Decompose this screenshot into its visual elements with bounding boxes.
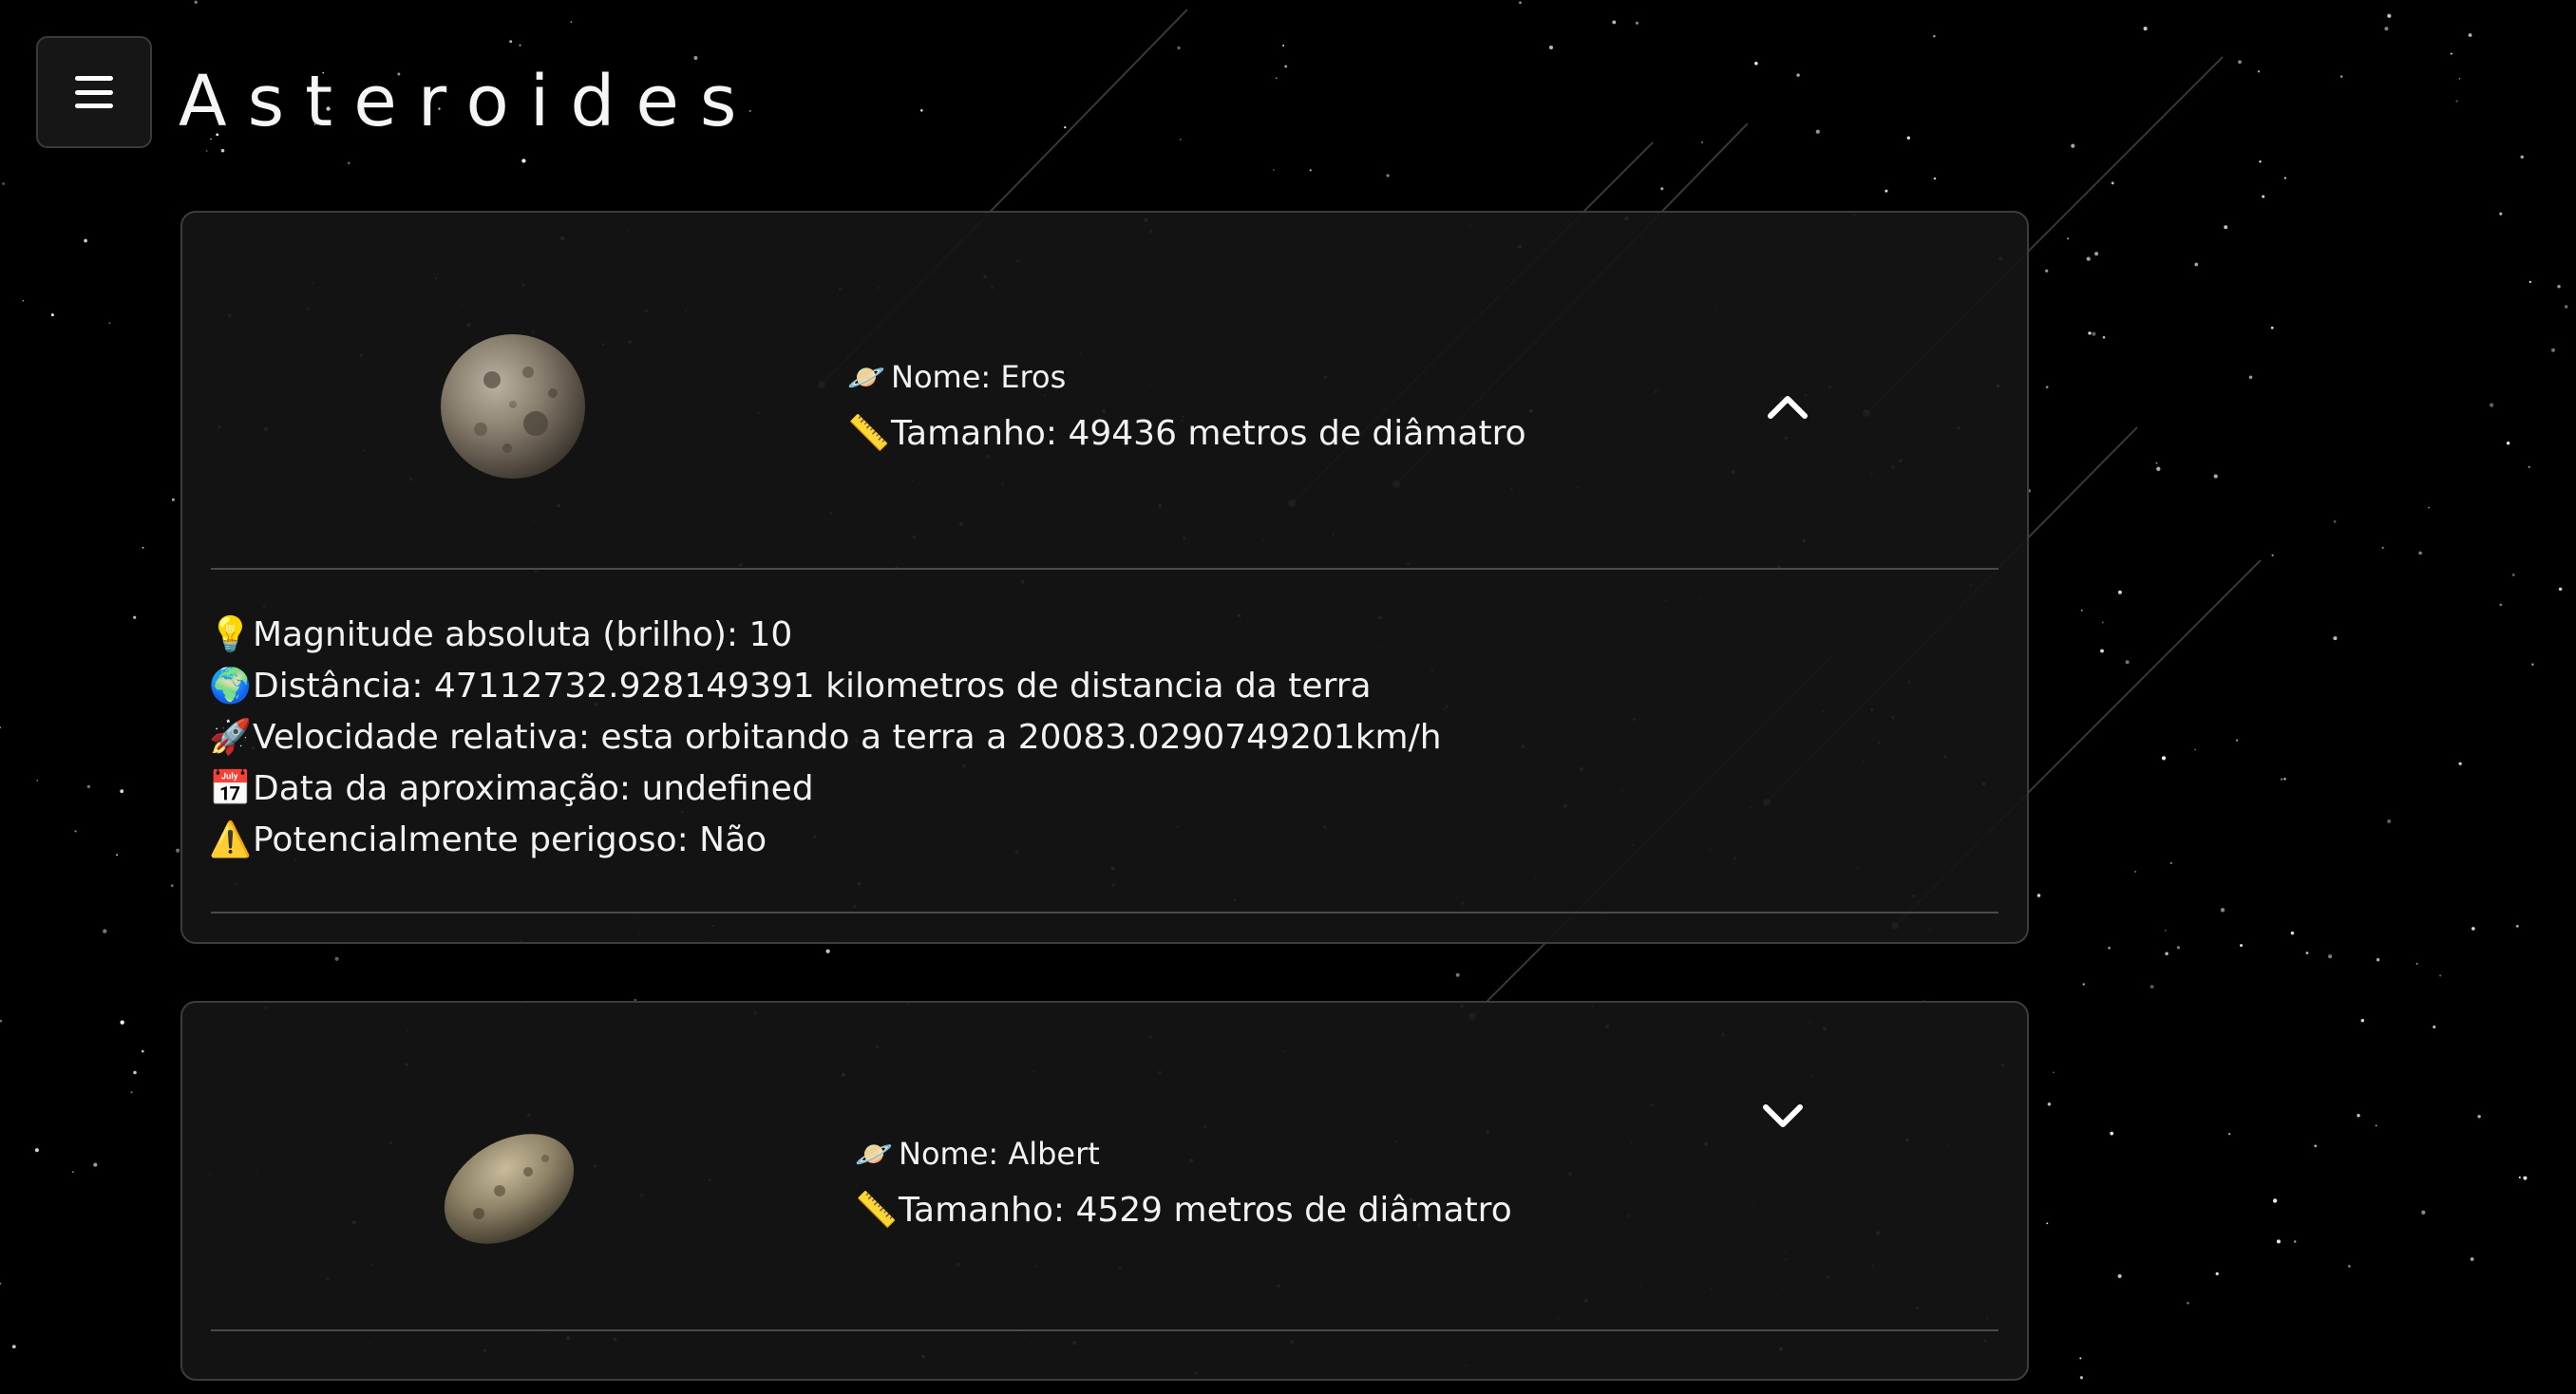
- chevron-down-icon: [1763, 1104, 1803, 1127]
- asteroid-image: [444, 1134, 575, 1244]
- collapse-button[interactable]: [1750, 368, 1826, 444]
- ruler-icon: 📏: [855, 1191, 898, 1230]
- chevron-up-icon: [1768, 396, 1808, 419]
- hamburger-icon: [75, 76, 113, 108]
- asteroid-name: 🪐 Nome: Albert: [855, 1125, 1512, 1182]
- rocket-icon: 🚀: [209, 718, 252, 757]
- detail-distance: 🌍Distância: 47112732.928149391 kilometro…: [209, 661, 1442, 712]
- divider: [211, 1329, 1998, 1331]
- calendar-icon: 📅: [209, 769, 252, 808]
- divider: [211, 912, 1998, 914]
- asteroid-card: 🪐 Nome: Albert 📏Tamanho: 4529 metros de d…: [180, 1001, 2029, 1381]
- detail-approach-date: 📅Data da aproximação: undefined: [209, 763, 1442, 815]
- detail-magnitude-text: Magnitude absoluta (brilho): 10: [253, 615, 793, 654]
- asteroid-name-text: Nome: Eros: [891, 359, 1067, 395]
- asteroid-size-text: Tamanho: 49436 metros de diâmatro: [891, 414, 1526, 453]
- detail-hazardous-text: Potencialmente perigoso: Não: [253, 820, 767, 859]
- detail-distance-text: Distância: 47112732.928149391 kilometros…: [253, 667, 1372, 706]
- menu-button[interactable]: [36, 36, 152, 148]
- detail-hazardous: ⚠️Potencialmente perigoso: Não: [209, 815, 1442, 866]
- asteroid-summary: 🪐 Nome: Eros 📏Tamanho: 49436 metros de di…: [847, 348, 1526, 462]
- page-title: Asteroides: [179, 61, 758, 142]
- asteroid-image: [441, 334, 585, 479]
- expand-button[interactable]: [1745, 1079, 1821, 1155]
- planet-icon: 🪐: [855, 1136, 893, 1172]
- detail-velocity-text: Velocidade relativa: esta orbitando a te…: [253, 718, 1442, 757]
- app-root: Asteroides 🪐 Nome: Eros 📏Tamanho: 49436 m…: [0, 0, 2576, 1394]
- globe-icon: 🌍: [209, 667, 252, 706]
- detail-approach-date-text: Data da aproximação: undefined: [253, 769, 814, 808]
- divider: [211, 568, 1998, 570]
- ruler-icon: 📏: [847, 414, 890, 453]
- asteroid-card: 🪐 Nome: Eros 📏Tamanho: 49436 metros de di…: [180, 211, 2029, 944]
- detail-velocity: 🚀Velocidade relativa: esta orbitando a t…: [209, 712, 1442, 763]
- warning-icon: ⚠️: [209, 820, 252, 859]
- asteroid-name: 🪐 Nome: Eros: [847, 348, 1526, 405]
- asteroid-size: 📏Tamanho: 4529 metros de diâmatro: [855, 1182, 1512, 1239]
- lightbulb-icon: 💡: [209, 615, 252, 654]
- asteroid-details: 💡Magnitude absoluta (brilho): 10 🌍Distân…: [209, 610, 1442, 866]
- asteroid-name-text: Nome: Albert: [899, 1136, 1100, 1172]
- detail-magnitude: 💡Magnitude absoluta (brilho): 10: [209, 610, 1442, 661]
- asteroid-summary: 🪐 Nome: Albert 📏Tamanho: 4529 metros de d…: [855, 1125, 1512, 1239]
- planet-icon: 🪐: [847, 359, 885, 395]
- asteroid-size: 📏Tamanho: 49436 metros de diâmatro: [847, 405, 1526, 462]
- asteroid-size-text: Tamanho: 4529 metros de diâmatro: [899, 1191, 1512, 1230]
